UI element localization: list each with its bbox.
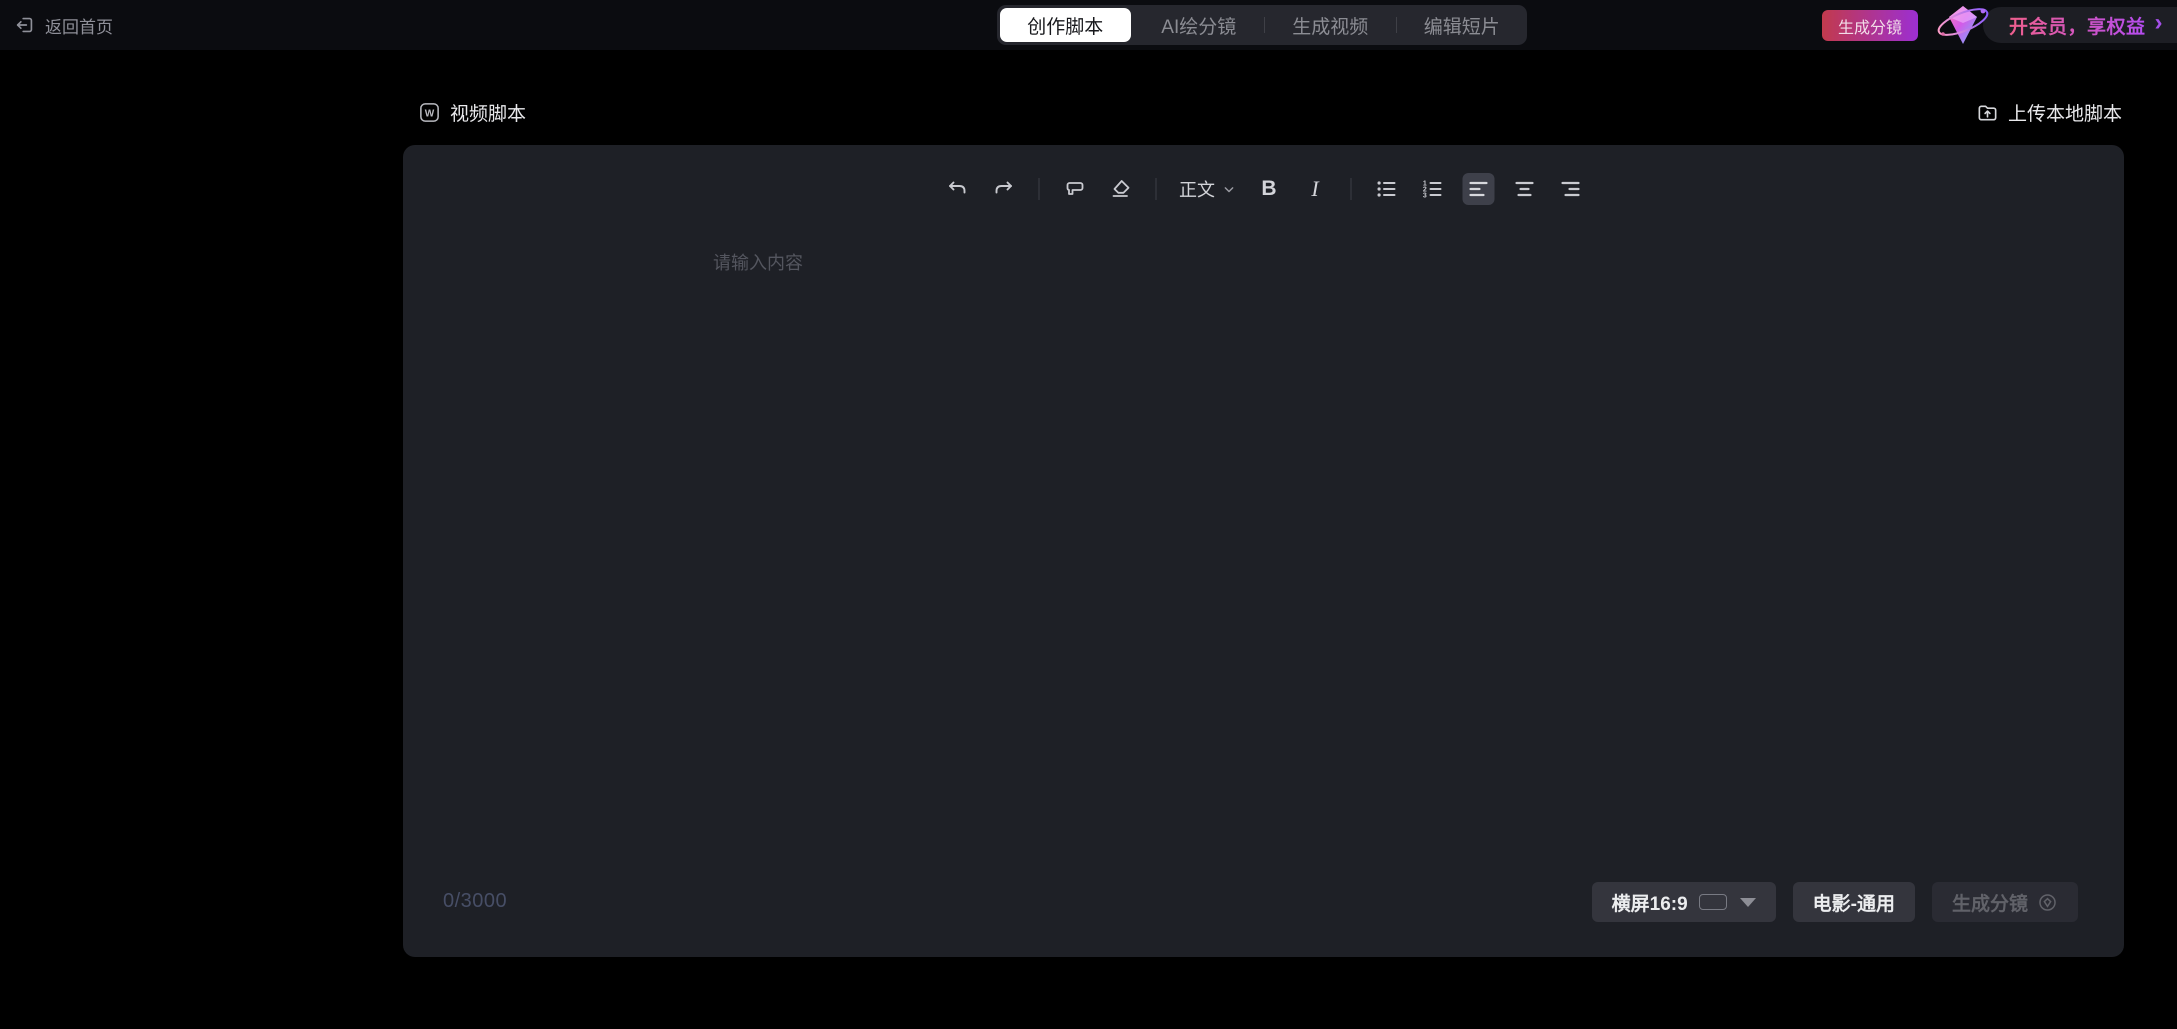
editor-footer-buttons: 横屏16:9 电影-通用 生成分镜: [1592, 882, 2078, 922]
back-icon: [14, 14, 36, 36]
svg-text:3: 3: [1422, 192, 1426, 199]
app-screen: 返回首页 创作脚本 AI绘分镜 生成视频 编辑短片 生成分镜: [0, 0, 2177, 1029]
align-right-button[interactable]: [1554, 173, 1586, 205]
undo-icon: [945, 177, 969, 201]
undo-button[interactable]: [941, 173, 973, 205]
video-script-title: W 视频脚本: [418, 99, 526, 126]
video-script-label: 视频脚本: [450, 99, 526, 126]
script-editor-input[interactable]: 请输入内容: [403, 221, 2124, 861]
aspect-ratio-label: 横屏16:9: [1612, 889, 1688, 916]
back-label: 返回首页: [45, 13, 113, 38]
paragraph-style-dropdown[interactable]: 正文: [1175, 176, 1239, 202]
format-painter-button[interactable]: [1058, 173, 1090, 205]
style-selector-label: 电影-通用: [1813, 889, 1895, 916]
tab-generate-video[interactable]: 生成视频: [1265, 8, 1396, 42]
generate-storyboard-topbar-label: 生成分镜: [1838, 14, 1902, 38]
clear-format-button[interactable]: [1104, 173, 1136, 205]
align-left-icon: [1466, 177, 1490, 201]
generate-storyboard-topbar-button[interactable]: 生成分镜: [1822, 10, 1918, 41]
redo-icon: [991, 177, 1015, 201]
script-doc-icon: W: [418, 101, 441, 124]
aspect-ratio-dropdown[interactable]: 横屏16:9: [1592, 882, 1776, 922]
main-tabs: 创作脚本 AI绘分镜 生成视频 编辑短片: [997, 5, 1527, 45]
italic-button[interactable]: I: [1299, 173, 1331, 205]
align-left-button[interactable]: [1462, 173, 1494, 205]
chevron-down-icon: [1222, 183, 1235, 196]
toolbar-divider: [1038, 178, 1039, 200]
editor-toolbar: 正文 B I: [941, 173, 1586, 205]
char-counter: 0/3000: [443, 890, 507, 913]
upload-folder-icon: [1976, 101, 1999, 124]
membership-label: 开会员，享权益: [2009, 12, 2146, 39]
toolbar-divider: [1350, 178, 1351, 200]
script-editor-panel: 正文 B I: [403, 145, 2124, 957]
editor-placeholder: 请输入内容: [713, 249, 803, 275]
bullet-list-icon: [1374, 177, 1398, 201]
chevron-right-icon: ›: [2155, 11, 2163, 35]
bold-glyph: B: [1261, 177, 1276, 201]
generate-storyboard-button[interactable]: 生成分镜: [1932, 882, 2078, 922]
ordered-list-button[interactable]: 123: [1416, 173, 1448, 205]
tab-ai-storyboard[interactable]: AI绘分镜: [1134, 8, 1265, 42]
svg-text:W: W: [425, 109, 435, 120]
tab-label: 创作脚本: [1027, 12, 1103, 39]
credits-icon: [2037, 892, 2058, 913]
ordered-list-icon: 123: [1420, 177, 1444, 201]
redo-button[interactable]: [987, 173, 1019, 205]
tab-edit-clip[interactable]: 编辑短片: [1397, 8, 1528, 42]
paragraph-style-value: 正文: [1179, 176, 1215, 202]
landscape-ratio-icon: [1699, 894, 1727, 910]
caret-down-icon: [1740, 898, 1756, 907]
diamond-gem-icon: [1934, 0, 1992, 50]
tab-label: 生成视频: [1292, 12, 1368, 39]
italic-glyph: I: [1311, 176, 1318, 202]
format-painter-icon: [1062, 177, 1086, 201]
bullet-list-button[interactable]: [1370, 173, 1402, 205]
back-home-button[interactable]: 返回首页: [14, 0, 113, 50]
upload-local-script-button[interactable]: 上传本地脚本: [1976, 99, 2122, 126]
topbar: 返回首页 创作脚本 AI绘分镜 生成视频 编辑短片 生成分镜: [0, 0, 2177, 50]
upload-local-script-label: 上传本地脚本: [2008, 99, 2122, 126]
style-selector-button[interactable]: 电影-通用: [1793, 882, 1915, 922]
tab-create-script[interactable]: 创作脚本: [1000, 8, 1131, 42]
align-center-icon: [1512, 177, 1536, 201]
clear-format-icon: [1108, 177, 1132, 201]
align-center-button[interactable]: [1508, 173, 1540, 205]
bold-button[interactable]: B: [1253, 173, 1285, 205]
align-right-icon: [1558, 177, 1582, 201]
toolbar-divider: [1155, 178, 1156, 200]
membership-banner[interactable]: 开会员，享权益 ›: [1983, 7, 2177, 43]
generate-storyboard-label: 生成分镜: [1952, 889, 2028, 916]
tab-label: 编辑短片: [1424, 12, 1500, 39]
tab-label: AI绘分镜: [1161, 12, 1236, 39]
